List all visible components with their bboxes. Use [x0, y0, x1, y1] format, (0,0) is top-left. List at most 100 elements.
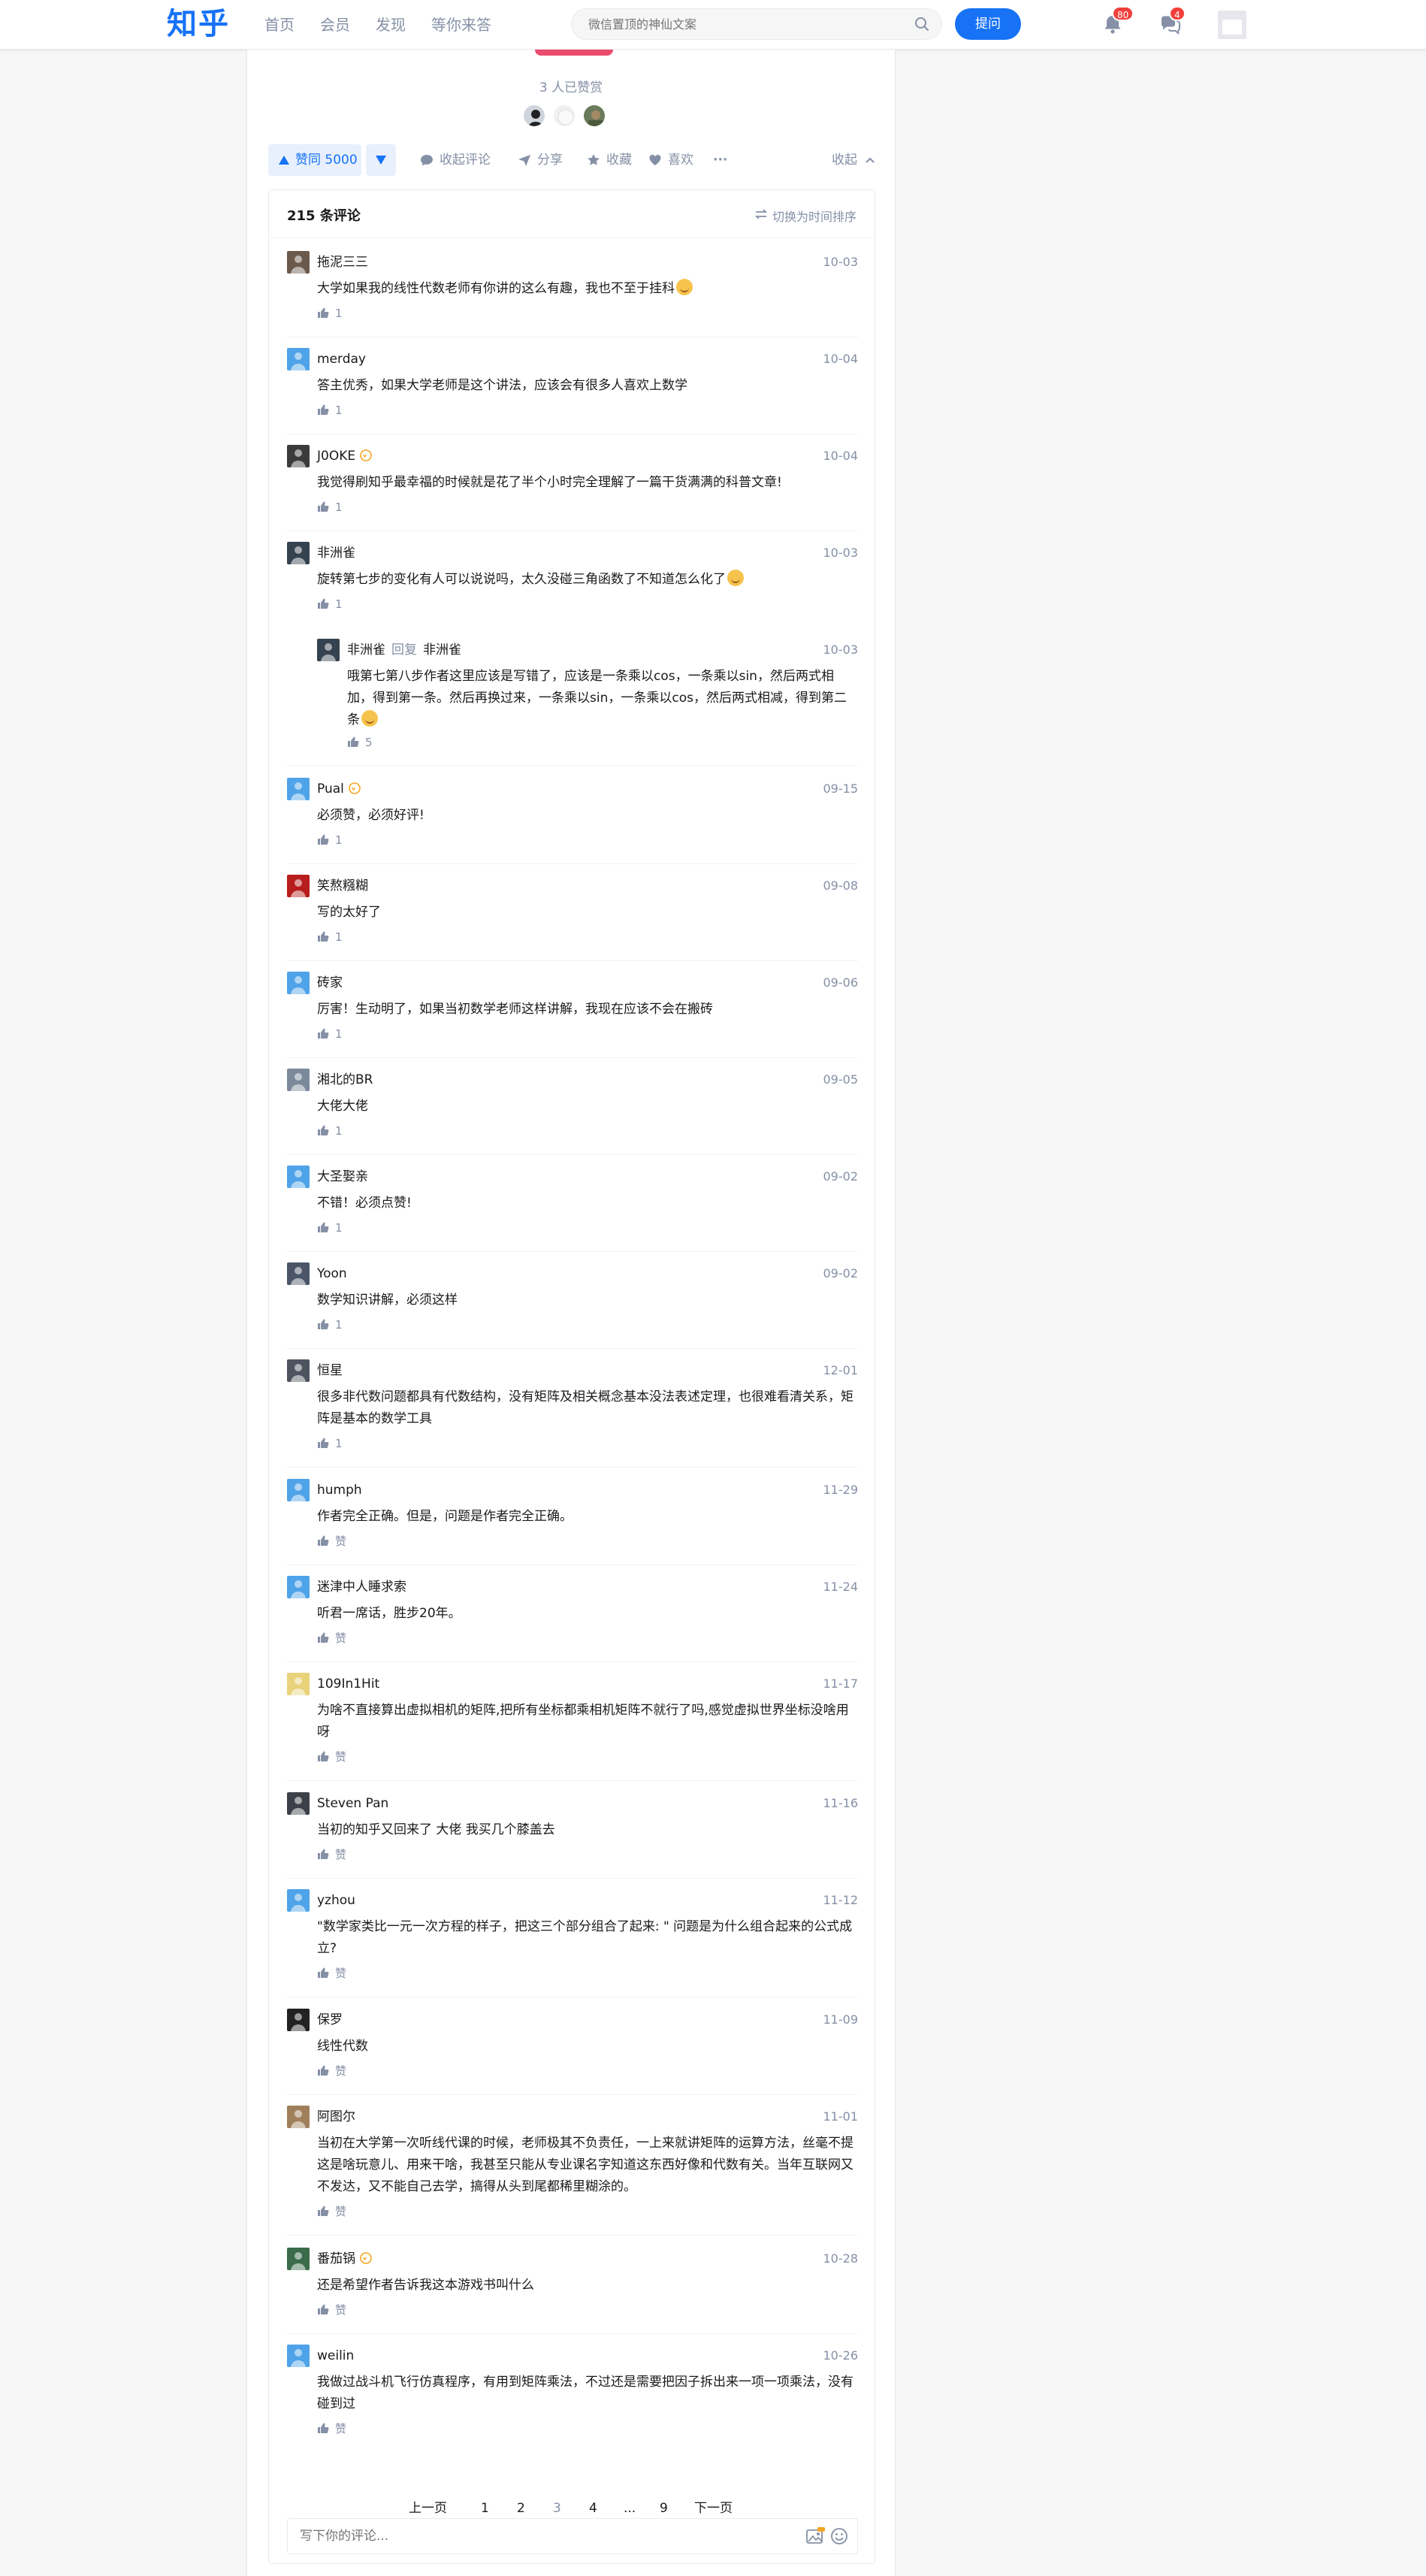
nav-home[interactable]: 首页 — [264, 15, 295, 35]
comment-like-button[interactable]: 1 — [317, 403, 343, 418]
comment-like-button[interactable]: 1 — [317, 1026, 343, 1042]
comment-avatar[interactable] — [287, 1889, 310, 1912]
comment-avatar[interactable] — [287, 1166, 310, 1188]
comment-author[interactable]: 阿图尔 — [317, 2109, 355, 2124]
comment-author[interactable]: weilin — [317, 2348, 354, 2363]
share-button[interactable]: 分享 — [518, 144, 563, 176]
comment-like-button[interactable]: 1 — [317, 930, 343, 945]
more-button[interactable]: ··· — [713, 144, 727, 176]
comment-avatar[interactable] — [287, 972, 310, 994]
page-2[interactable]: 2 — [517, 2500, 525, 2517]
comment-avatar[interactable] — [287, 778, 310, 800]
comment-avatar[interactable] — [287, 542, 310, 564]
prev-page-button[interactable]: 上一页 — [409, 2500, 447, 2517]
search-input[interactable] — [571, 8, 942, 40]
image-upload-icon[interactable] — [805, 2526, 825, 2546]
comment-like-button[interactable]: 赞 — [317, 1534, 346, 1549]
zhihu-logo[interactable]: 知乎 — [167, 5, 230, 44]
comment-author[interactable]: Pual — [317, 782, 344, 797]
vote-up-button[interactable]: 赞同 5000 — [268, 144, 361, 176]
share-label: 分享 — [537, 153, 563, 168]
ask-question-button[interactable]: 提问 — [955, 8, 1021, 40]
comment-author[interactable]: 恒星 — [317, 1363, 343, 1378]
reply-avatar[interactable] — [317, 639, 340, 661]
comment-author[interactable]: 湘北的BR — [317, 1072, 373, 1087]
collapse-comments-button[interactable]: 收起评论 — [420, 144, 491, 176]
page-4[interactable]: 4 — [589, 2500, 597, 2517]
comment-author[interactable]: 笑熬糨糊 — [317, 878, 368, 893]
search-icon[interactable] — [914, 16, 930, 32]
comment-text-content: 还是希望作者告诉我这本游戏书叫什么 — [317, 2278, 534, 2293]
comment-item: J0OKE 10-04 我觉得刷知乎最幸福的时候就是花了半个小时完全理解了一篇干货满… — [287, 433, 858, 531]
comment-avatar[interactable] — [287, 348, 310, 370]
comment-like-button[interactable]: 1 — [317, 1317, 343, 1332]
comment-author[interactable]: 迷津中人睡求索 — [317, 1580, 406, 1595]
next-page-button[interactable]: 下一页 — [694, 2500, 733, 2517]
comment-avatar[interactable] — [287, 445, 310, 467]
favorite-button[interactable]: 收藏 — [587, 144, 632, 176]
nav-membership[interactable]: 会员 — [320, 15, 350, 35]
comment-author[interactable]: 拖泥三三 — [317, 255, 368, 270]
collapse-answer-button[interactable]: 收起 — [832, 144, 875, 176]
page-1[interactable]: 1 — [481, 2500, 489, 2517]
comment-avatar[interactable] — [287, 251, 310, 274]
comment-avatar[interactable] — [287, 1673, 310, 1695]
switch-sort-button[interactable]: 切换为时间排序 — [754, 207, 857, 225]
comment-author[interactable]: Yoon — [317, 1266, 347, 1281]
appreciator-avatar[interactable] — [552, 104, 576, 128]
appreciator-avatar[interactable] — [582, 104, 606, 128]
comment-like-button[interactable]: 1 — [317, 1220, 343, 1235]
page-9[interactable]: 9 — [660, 2500, 668, 2517]
comment-author[interactable]: 番茄锅 — [317, 2251, 355, 2266]
comment-like-button[interactable]: 1 — [317, 306, 343, 321]
comment-avatar[interactable] — [287, 875, 310, 897]
comment-avatar[interactable] — [287, 2009, 310, 2031]
comment-avatar[interactable] — [287, 1069, 310, 1091]
comment-like-count: 1 — [335, 1124, 343, 1138]
user-avatar[interactable] — [1218, 11, 1246, 39]
comment-input[interactable] — [287, 2518, 858, 2554]
comment-date: 09-05 — [823, 1072, 859, 1087]
comment-avatar[interactable] — [287, 1479, 310, 1501]
comment-avatar[interactable] — [287, 1359, 310, 1382]
comment-like-button[interactable]: 赞 — [317, 1847, 346, 1862]
comment-like-button[interactable]: 赞 — [317, 2064, 346, 2079]
comment-author[interactable]: humph — [317, 1483, 362, 1498]
comment-author[interactable]: merday — [317, 352, 366, 367]
comment-avatar[interactable] — [287, 1576, 310, 1598]
comment-avatar[interactable] — [287, 1262, 310, 1285]
nav-discover[interactable]: 发现 — [376, 15, 406, 35]
reply-like-button[interactable]: 5 — [347, 735, 373, 750]
comment-like-button[interactable]: 赞 — [317, 2204, 346, 2219]
comment-author[interactable]: Steven Pan — [317, 1796, 388, 1811]
comment-like-button[interactable]: 赞 — [317, 2421, 346, 2436]
like-button[interactable]: 喜欢 — [648, 144, 693, 176]
comment-avatar[interactable] — [287, 2248, 310, 2270]
comment-like-button[interactable]: 赞 — [317, 1966, 346, 1981]
comment-avatar[interactable] — [287, 1792, 310, 1815]
comment-like-button[interactable]: 1 — [317, 833, 343, 848]
comment-avatar[interactable] — [287, 2345, 310, 2367]
comment-author[interactable]: 大圣娶亲 — [317, 1169, 368, 1184]
reply-author[interactable]: 非洲雀 — [347, 642, 385, 658]
comment-like-button[interactable]: 1 — [317, 1436, 343, 1451]
comment-like-button[interactable]: 1 — [317, 597, 343, 612]
comment-like-button[interactable]: 赞 — [317, 1631, 346, 1646]
reply-to-author[interactable]: 非洲雀 — [423, 642, 461, 658]
comment-author[interactable]: 砖家 — [317, 975, 343, 990]
comment-author[interactable]: 保罗 — [317, 2012, 343, 2027]
nav-waiting-answers[interactable]: 等你来答 — [431, 15, 491, 35]
comment-like-button[interactable]: 1 — [317, 1123, 343, 1138]
appreciator-avatar[interactable] — [522, 104, 546, 128]
vote-down-button[interactable] — [366, 144, 396, 176]
appreciate-button[interactable] — [535, 50, 613, 56]
emoji-icon[interactable] — [829, 2526, 849, 2546]
comment-author[interactable]: yzhou — [317, 1893, 355, 1908]
comment-like-button[interactable]: 赞 — [317, 2302, 346, 2317]
comment-author[interactable]: J0OKE — [317, 449, 355, 464]
comment-author[interactable]: 非洲雀 — [317, 546, 355, 561]
comment-author[interactable]: 109In1Hit — [317, 1677, 379, 1692]
comment-like-button[interactable]: 赞 — [317, 1749, 346, 1764]
comment-like-button[interactable]: 1 — [317, 500, 343, 515]
comment-avatar[interactable] — [287, 2106, 310, 2128]
